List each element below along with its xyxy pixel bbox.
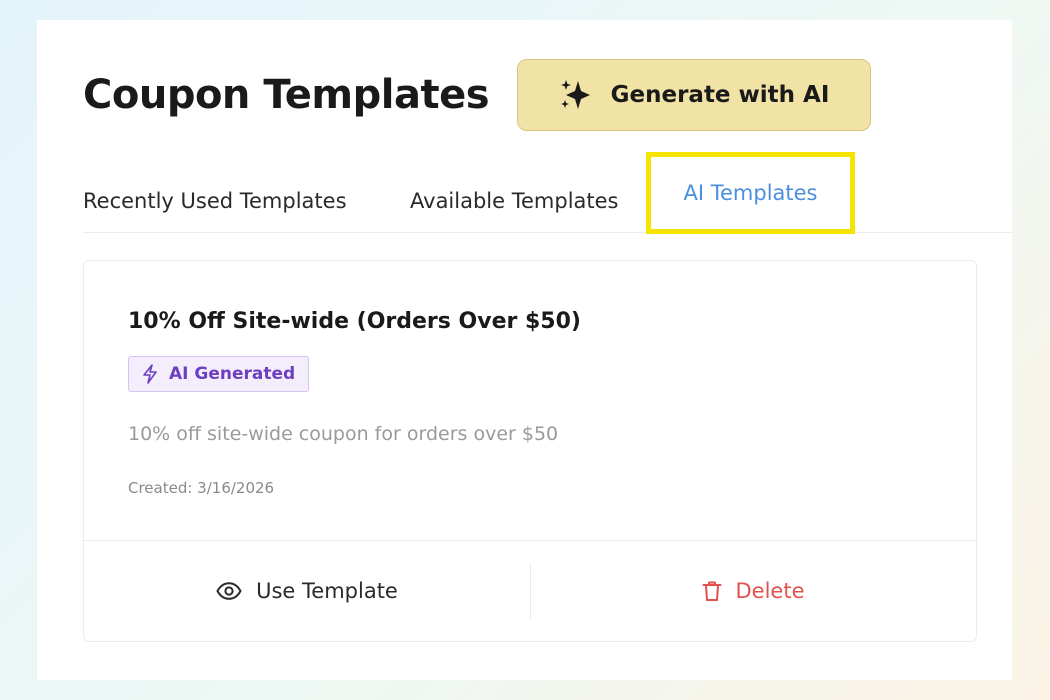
template-title: 10% Off Site-wide (Orders Over $50) — [128, 309, 581, 334]
template-tabs: Recently Used Templates Available Templa… — [83, 152, 1012, 234]
template-card: 10% Off Site-wide (Orders Over $50) AI G… — [83, 260, 977, 642]
lightning-icon — [143, 364, 157, 384]
tab-recently-used-templates[interactable]: Recently Used Templates — [83, 170, 347, 232]
ai-generated-label: AI Generated — [169, 364, 296, 384]
tab-ai-templates[interactable]: AI Templates — [646, 152, 855, 234]
generate-with-ai-label: Generate with AI — [610, 82, 830, 108]
delete-template-label: Delete — [735, 579, 805, 603]
ai-generated-badge: AI Generated — [128, 356, 310, 392]
use-template-label: Use Template — [256, 579, 398, 603]
eye-icon — [216, 582, 242, 600]
generate-with-ai-button[interactable]: Generate with AI — [517, 59, 872, 131]
templates-panel: Coupon Templates Generate with AI Recent… — [37, 20, 1012, 680]
template-created-date: Created: 3/16/2026 — [128, 479, 275, 497]
use-template-button[interactable]: Use Template — [84, 541, 530, 641]
trash-icon — [702, 581, 721, 601]
page-title: Coupon Templates — [83, 72, 490, 118]
tab-available-templates[interactable]: Available Templates — [410, 170, 619, 232]
page-header: Coupon Templates Generate with AI — [83, 58, 872, 132]
delete-template-button[interactable]: Delete — [530, 541, 976, 641]
template-description: 10% off site-wide coupon for orders over… — [128, 423, 559, 445]
sparkles-icon — [560, 80, 590, 109]
template-actions: Use Template Delete — [84, 540, 976, 641]
